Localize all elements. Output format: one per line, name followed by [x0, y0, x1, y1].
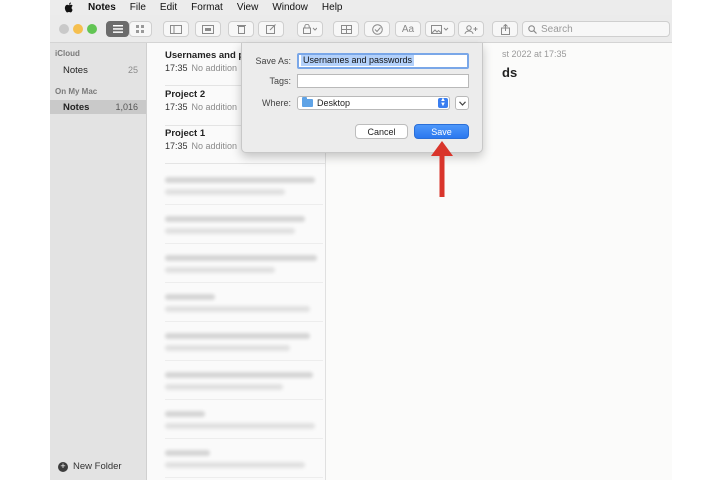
- new-note-button[interactable]: [258, 21, 284, 37]
- trash-icon: [236, 25, 246, 34]
- text-style-button[interactable]: Aa: [395, 21, 421, 37]
- text-style-label: Aa: [401, 23, 415, 35]
- blurred-note-item[interactable]: [165, 364, 323, 400]
- list-view-icon: [112, 25, 123, 33]
- lock-icon: [303, 24, 317, 34]
- where-select[interactable]: Desktop ▲ ▼: [297, 96, 450, 110]
- share-button[interactable]: [492, 21, 518, 37]
- where-value: Desktop: [317, 98, 351, 108]
- note-preview: No addition: [191, 102, 238, 112]
- expand-dialog-button[interactable]: [455, 96, 469, 110]
- tags-field[interactable]: [297, 74, 469, 88]
- delete-note-button[interactable]: [228, 21, 254, 37]
- menu-app-name[interactable]: Notes: [88, 2, 116, 13]
- note-time: 17:35: [165, 141, 188, 151]
- save-as-field[interactable]: Usernames and passwords: [297, 53, 469, 69]
- grid-icon: [136, 24, 144, 33]
- sidebar-toggle-button[interactable]: [163, 21, 189, 37]
- search-icon: [528, 24, 537, 34]
- sidebar-item-label: Notes: [63, 64, 88, 76]
- search-placeholder: Search: [541, 23, 573, 35]
- menu-view[interactable]: View: [237, 2, 259, 13]
- save-as-value: Usernames and passwords: [301, 55, 415, 66]
- sidebar-item-mac-notes[interactable]: Notes 1,016: [50, 100, 146, 114]
- menu-help[interactable]: Help: [322, 2, 343, 13]
- note-heading: ds: [502, 65, 518, 80]
- menu-format[interactable]: Format: [191, 2, 223, 13]
- save-dialog: Save As: Usernames and passwords Tags: W…: [241, 43, 483, 153]
- sidebar-heading-on-my-mac: On My Mac: [55, 87, 98, 96]
- blurred-note-item[interactable]: [165, 325, 323, 361]
- note-time: 17:35: [165, 102, 188, 112]
- save-as-label: Save As:: [255, 56, 291, 66]
- chevron-up-down-icon: ▲ ▼: [438, 97, 448, 108]
- note-preview: No addition: [191, 141, 238, 151]
- blurred-note-item[interactable]: [165, 442, 323, 478]
- collaborate-button[interactable]: [458, 21, 484, 37]
- blurred-note-item[interactable]: [165, 403, 323, 439]
- sidebar-icon: [170, 24, 182, 34]
- red-arrow-icon: [431, 141, 453, 197]
- media-button[interactable]: [425, 21, 455, 37]
- gallery-view-button[interactable]: [129, 21, 152, 37]
- sidebar-heading-icloud: iCloud: [55, 49, 80, 58]
- note-preview: No addition: [191, 63, 238, 73]
- apple-menu-icon[interactable]: [64, 2, 74, 13]
- note-date: st 2022 at 17:35: [502, 49, 567, 59]
- menu-bar: Notes File Edit Format View Window Help: [50, 0, 672, 15]
- chevron-down-icon: [458, 100, 466, 106]
- menu-file[interactable]: File: [130, 2, 146, 13]
- table-icon: [340, 24, 352, 34]
- sidebar-item-count: 25: [127, 65, 138, 75]
- attachments-button[interactable]: [195, 21, 221, 37]
- folder-icon: [302, 97, 313, 107]
- search-field[interactable]: Search: [522, 21, 670, 37]
- menu-window[interactable]: Window: [272, 2, 308, 13]
- blurred-note-item[interactable]: [165, 208, 323, 244]
- checklist-icon: [371, 23, 383, 35]
- photo-icon: [431, 24, 449, 34]
- compose-icon: [266, 24, 276, 34]
- note-time: 17:35: [165, 63, 188, 73]
- menu-edit[interactable]: Edit: [160, 2, 177, 13]
- sidebar-item-icloud-notes[interactable]: Notes 25: [50, 63, 146, 77]
- toolbar: Aa Search: [50, 15, 672, 43]
- table-button[interactable]: [333, 21, 359, 37]
- new-folder-button[interactable]: + New Folder: [58, 461, 122, 472]
- add-people-icon: [464, 24, 478, 34]
- zoom-window-button[interactable]: [87, 24, 97, 34]
- cancel-button[interactable]: Cancel: [355, 124, 408, 139]
- sidebar-item-label: Notes: [63, 101, 90, 113]
- save-button[interactable]: Save: [414, 124, 469, 139]
- attachments-icon: [202, 24, 214, 34]
- close-window-button[interactable]: [59, 24, 69, 34]
- blurred-note-item[interactable]: [165, 286, 323, 322]
- where-label: Where:: [261, 98, 291, 108]
- new-folder-label: New Folder: [73, 461, 122, 472]
- checklist-button[interactable]: [364, 21, 390, 37]
- blurred-note-item[interactable]: [165, 169, 323, 205]
- plus-icon: +: [58, 461, 68, 472]
- lock-button[interactable]: [297, 21, 323, 37]
- blurred-note-item[interactable]: [165, 247, 323, 283]
- sidebar-item-count: 1,016: [115, 102, 138, 112]
- minimize-window-button[interactable]: [73, 24, 83, 34]
- share-icon: [500, 23, 510, 35]
- folders-sidebar: iCloud Notes 25 On My Mac Notes 1,016 + …: [50, 43, 147, 480]
- list-view-button[interactable]: [106, 21, 129, 37]
- tags-label: Tags:: [269, 76, 291, 86]
